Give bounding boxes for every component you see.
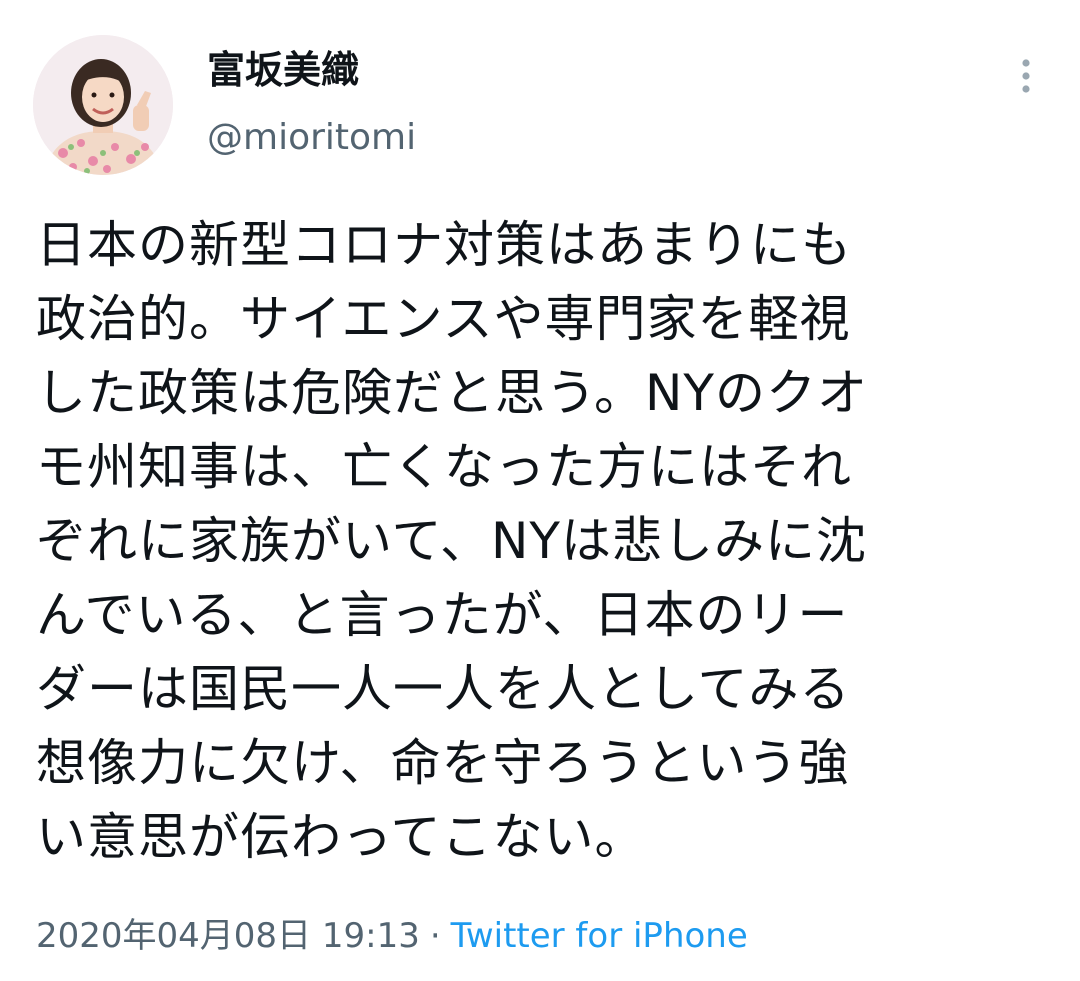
meta-separator: · xyxy=(429,916,441,956)
user-handle[interactable]: @mioritomi xyxy=(207,114,416,162)
source-link[interactable]: Twitter for iPhone xyxy=(451,916,748,956)
tweet-line: 政治的。サイエンスや専門家を軽視 xyxy=(36,290,851,348)
tweet-meta: 2020年04月08日 19:13 · Twitter for iPhone xyxy=(36,912,748,960)
tweet-line: い意思が伝わってこない。 xyxy=(36,808,646,866)
display-name[interactable]: 富坂美織 xyxy=(207,46,359,94)
tweet-line: んでいる、と言ったが、日本のリー xyxy=(36,586,849,644)
tweet-line: 日本の新型コロナ対策はあまりにも xyxy=(36,216,852,274)
more-options-button[interactable] xyxy=(1004,48,1048,104)
tweet-line: ダーは国民一人一人を人としてみる xyxy=(36,660,851,718)
avatar[interactable] xyxy=(33,35,173,175)
tweet-line: ぞれに家族がいて、NYは悲しみに沈 xyxy=(36,512,867,570)
timestamp[interactable]: 2020年04月08日 19:13 xyxy=(36,916,420,956)
profile-photo-icon xyxy=(33,35,173,175)
more-vertical-icon xyxy=(1022,59,1030,93)
tweet-text: 日本の新型コロナ対策はあまりにも 政治的。サイエンスや専門家を軽視 した政策は危険だ… xyxy=(36,208,1036,874)
tweet: 富坂美織 @mioritomi 日本の新型コロナ対策はあまりにも 政治的。サイエン… xyxy=(0,0,1080,981)
tweet-line: した政策は危険だと思う。NYのクオ xyxy=(36,364,868,422)
tweet-line: モ州知事は、亡くなった方にはそれ xyxy=(36,438,852,496)
tweet-line: 想像力に欠け、命を守ろうという強 xyxy=(36,734,850,792)
